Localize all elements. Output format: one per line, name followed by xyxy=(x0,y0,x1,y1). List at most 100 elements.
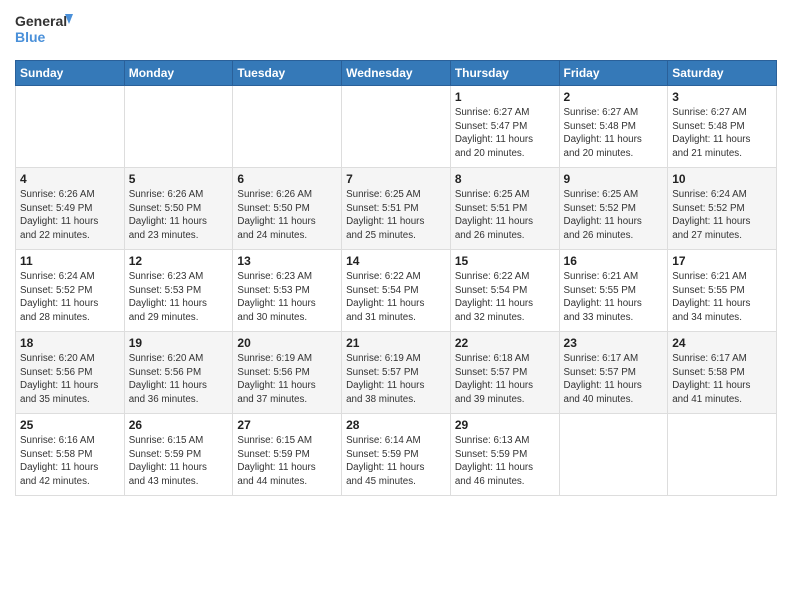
day-number: 29 xyxy=(455,418,555,432)
day-number: 11 xyxy=(20,254,120,268)
calendar-cell: 21Sunrise: 6:19 AM Sunset: 5:57 PM Dayli… xyxy=(342,332,451,414)
svg-text:Blue: Blue xyxy=(15,29,46,45)
day-info: Sunrise: 6:21 AM Sunset: 5:55 PM Dayligh… xyxy=(672,270,772,325)
day-number: 5 xyxy=(129,172,229,186)
calendar-week-3: 11 Sunrise: 6:24 AM Sunset: 5:52 PM Dayli… xyxy=(16,250,777,332)
day-info: Sunrise: 6:24 AM Sunset: 5:52 PM Dayligh… xyxy=(20,270,120,325)
calendar-week-2: 4 Sunrise: 6:26 AM Sunset: 5:49 PM Daylig… xyxy=(16,168,777,250)
day-info: Sunrise: 6:15 AM Sunset: 5:59 PM Dayligh… xyxy=(129,434,229,489)
weekday-header-tuesday: Tuesday xyxy=(233,61,342,86)
weekday-header-friday: Friday xyxy=(559,61,668,86)
day-info: Sunrise: 6:21 AM Sunset: 5:55 PM Dayligh… xyxy=(564,270,664,325)
calendar-cell: 19Sunrise: 6:20 AM Sunset: 5:56 PM Dayli… xyxy=(124,332,233,414)
calendar-week-4: 18 Sunrise: 6:20 AM Sunset: 5:56 PM Dayli… xyxy=(16,332,777,414)
day-number: 19 xyxy=(129,336,229,350)
day-info: Sunrise: 6:27 AM Sunset: 5:47 PM Dayligh… xyxy=(455,106,555,161)
header: General Blue xyxy=(15,10,777,52)
calendar-header: SundayMondayTuesdayWednesdayThursdayFrid… xyxy=(16,61,777,86)
calendar-cell: 24 Sunrise: 6:17 AM Sunset: 5:58 PM Dayli… xyxy=(668,332,777,414)
day-number: 2 xyxy=(564,90,664,104)
day-info: Sunrise: 6:15 AM Sunset: 5:59 PM Dayligh… xyxy=(237,434,337,489)
calendar-cell: 29 Sunrise: 6:13 AM Sunset: 5:59 PM Dayli… xyxy=(450,414,559,496)
calendar-cell: 11 Sunrise: 6:24 AM Sunset: 5:52 PM Dayli… xyxy=(16,250,125,332)
day-info: Sunrise: 6:17 AM Sunset: 5:58 PM Dayligh… xyxy=(672,352,772,407)
day-info: Sunrise: 6:26 AM Sunset: 5:50 PM Dayligh… xyxy=(129,188,229,243)
calendar-cell: 28 Sunrise: 6:14 AM Sunset: 5:59 PM Dayli… xyxy=(342,414,451,496)
calendar-cell xyxy=(668,414,777,496)
calendar-cell xyxy=(124,86,233,168)
day-info: Sunrise: 6:25 AM Sunset: 5:51 PM Dayligh… xyxy=(346,188,446,243)
calendar-cell: 17 Sunrise: 6:21 AM Sunset: 5:55 PM Dayli… xyxy=(668,250,777,332)
calendar-cell: 20 Sunrise: 6:19 AM Sunset: 5:56 PM Dayli… xyxy=(233,332,342,414)
day-number: 3 xyxy=(672,90,772,104)
calendar-cell: 23 Sunrise: 6:17 AM Sunset: 5:57 PM Dayli… xyxy=(559,332,668,414)
day-number: 1 xyxy=(455,90,555,104)
day-info: Sunrise: 6:26 AM Sunset: 5:50 PM Dayligh… xyxy=(237,188,337,243)
day-number: 18 xyxy=(20,336,120,350)
day-info: Sunrise: 6:14 AM Sunset: 5:59 PM Dayligh… xyxy=(346,434,446,489)
calendar-cell: 5 Sunrise: 6:26 AM Sunset: 5:50 PM Daylig… xyxy=(124,168,233,250)
calendar-cell: 18 Sunrise: 6:20 AM Sunset: 5:56 PM Dayli… xyxy=(16,332,125,414)
day-number: 6 xyxy=(237,172,337,186)
weekday-header-thursday: Thursday xyxy=(450,61,559,86)
calendar-cell: 16 Sunrise: 6:21 AM Sunset: 5:55 PM Dayli… xyxy=(559,250,668,332)
weekday-header-row: SundayMondayTuesdayWednesdayThursdayFrid… xyxy=(16,61,777,86)
calendar-cell: 9Sunrise: 6:25 AM Sunset: 5:52 PM Daylig… xyxy=(559,168,668,250)
day-info: Sunrise: 6:24 AM Sunset: 5:52 PM Dayligh… xyxy=(672,188,772,243)
weekday-header-sunday: Sunday xyxy=(16,61,125,86)
calendar-cell: 2 Sunrise: 6:27 AM Sunset: 5:48 PM Daylig… xyxy=(559,86,668,168)
day-info: Sunrise: 6:19 AM Sunset: 5:56 PM Dayligh… xyxy=(237,352,337,407)
calendar-cell xyxy=(559,414,668,496)
day-number: 16 xyxy=(564,254,664,268)
calendar-cell xyxy=(342,86,451,168)
weekday-header-monday: Monday xyxy=(124,61,233,86)
calendar-cell: 3Sunrise: 6:27 AM Sunset: 5:48 PM Daylig… xyxy=(668,86,777,168)
day-number: 23 xyxy=(564,336,664,350)
calendar-cell: 12 Sunrise: 6:23 AM Sunset: 5:53 PM Dayli… xyxy=(124,250,233,332)
calendar-cell: 15Sunrise: 6:22 AM Sunset: 5:54 PM Dayli… xyxy=(450,250,559,332)
day-number: 7 xyxy=(346,172,446,186)
day-number: 8 xyxy=(455,172,555,186)
calendar-cell: 26 Sunrise: 6:15 AM Sunset: 5:59 PM Dayli… xyxy=(124,414,233,496)
calendar-cell: 8Sunrise: 6:25 AM Sunset: 5:51 PM Daylig… xyxy=(450,168,559,250)
day-number: 4 xyxy=(20,172,120,186)
generalblue-logo: General Blue xyxy=(15,10,75,52)
day-number: 9 xyxy=(564,172,664,186)
day-info: Sunrise: 6:26 AM Sunset: 5:49 PM Dayligh… xyxy=(20,188,120,243)
day-number: 15 xyxy=(455,254,555,268)
day-number: 17 xyxy=(672,254,772,268)
calendar-cell xyxy=(16,86,125,168)
calendar-cell: 14Sunrise: 6:22 AM Sunset: 5:54 PM Dayli… xyxy=(342,250,451,332)
day-number: 12 xyxy=(129,254,229,268)
day-info: Sunrise: 6:18 AM Sunset: 5:57 PM Dayligh… xyxy=(455,352,555,407)
day-info: Sunrise: 6:27 AM Sunset: 5:48 PM Dayligh… xyxy=(564,106,664,161)
day-info: Sunrise: 6:17 AM Sunset: 5:57 PM Dayligh… xyxy=(564,352,664,407)
day-info: Sunrise: 6:20 AM Sunset: 5:56 PM Dayligh… xyxy=(20,352,120,407)
day-info: Sunrise: 6:13 AM Sunset: 5:59 PM Dayligh… xyxy=(455,434,555,489)
calendar-cell xyxy=(233,86,342,168)
day-number: 26 xyxy=(129,418,229,432)
calendar-cell: 6 Sunrise: 6:26 AM Sunset: 5:50 PM Daylig… xyxy=(233,168,342,250)
weekday-header-wednesday: Wednesday xyxy=(342,61,451,86)
day-number: 22 xyxy=(455,336,555,350)
day-number: 14 xyxy=(346,254,446,268)
calendar-cell: 4 Sunrise: 6:26 AM Sunset: 5:49 PM Daylig… xyxy=(16,168,125,250)
calendar-body: 1 Sunrise: 6:27 AM Sunset: 5:47 PM Daylig… xyxy=(16,86,777,496)
day-info: Sunrise: 6:16 AM Sunset: 5:58 PM Dayligh… xyxy=(20,434,120,489)
calendar-cell: 13Sunrise: 6:23 AM Sunset: 5:53 PM Dayli… xyxy=(233,250,342,332)
calendar-cell: 22 Sunrise: 6:18 AM Sunset: 5:57 PM Dayli… xyxy=(450,332,559,414)
day-number: 28 xyxy=(346,418,446,432)
calendar-cell: 1 Sunrise: 6:27 AM Sunset: 5:47 PM Daylig… xyxy=(450,86,559,168)
day-number: 25 xyxy=(20,418,120,432)
day-info: Sunrise: 6:23 AM Sunset: 5:53 PM Dayligh… xyxy=(129,270,229,325)
weekday-header-saturday: Saturday xyxy=(668,61,777,86)
day-number: 27 xyxy=(237,418,337,432)
day-number: 20 xyxy=(237,336,337,350)
day-info: Sunrise: 6:19 AM Sunset: 5:57 PM Dayligh… xyxy=(346,352,446,407)
calendar-table: SundayMondayTuesdayWednesdayThursdayFrid… xyxy=(15,60,777,496)
day-number: 10 xyxy=(672,172,772,186)
day-number: 24 xyxy=(672,336,772,350)
calendar-week-1: 1 Sunrise: 6:27 AM Sunset: 5:47 PM Daylig… xyxy=(16,86,777,168)
calendar-cell: 25 Sunrise: 6:16 AM Sunset: 5:58 PM Dayli… xyxy=(16,414,125,496)
calendar-cell: 27 Sunrise: 6:15 AM Sunset: 5:59 PM Dayli… xyxy=(233,414,342,496)
